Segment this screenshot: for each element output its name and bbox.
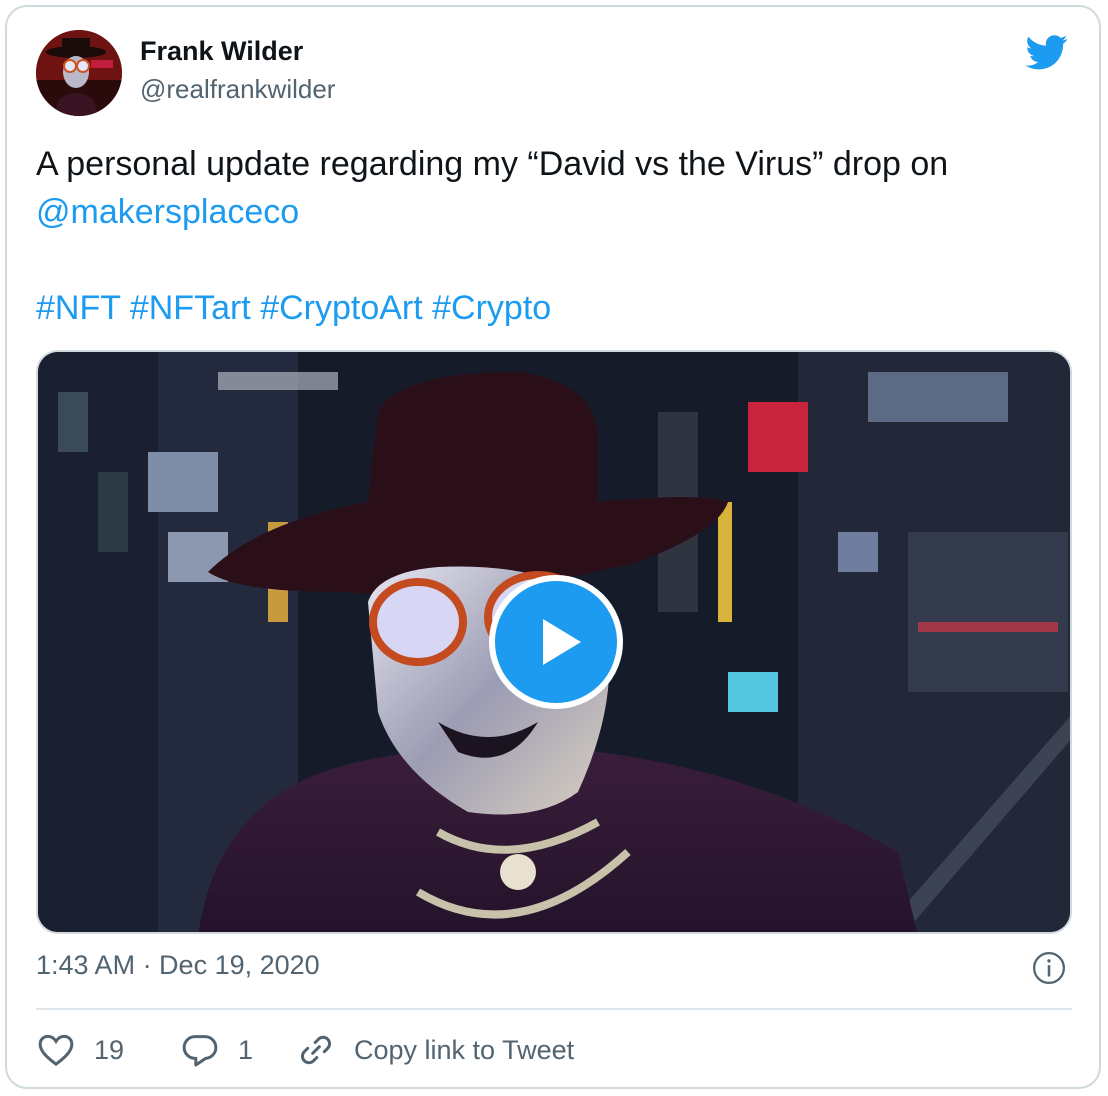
- play-button[interactable]: [489, 575, 623, 709]
- reply-icon: [182, 1035, 218, 1067]
- reply-button[interactable]: 1: [180, 1030, 253, 1070]
- tweet-timestamp[interactable]: 1:43 AM · Dec 19, 2020: [36, 950, 320, 981]
- twitter-bird-icon[interactable]: [1022, 31, 1072, 73]
- author-handle[interactable]: @realfrankwilder: [140, 74, 335, 105]
- tweet-text: A personal update regarding my “David vs…: [36, 140, 1066, 332]
- divider: [36, 1008, 1072, 1010]
- hashtags-link[interactable]: #NFT #NFTart #CryptoArt #Crypto: [36, 284, 1066, 332]
- heart-icon: [38, 1034, 74, 1067]
- avatar[interactable]: [36, 30, 122, 116]
- link-icon: [300, 1035, 332, 1065]
- author-name[interactable]: Frank Wilder: [140, 36, 303, 67]
- play-icon: [543, 619, 581, 665]
- like-count: 19: [94, 1034, 125, 1065]
- like-button[interactable]: 19: [36, 1030, 124, 1070]
- info-icon[interactable]: [1032, 951, 1066, 985]
- copy-link-label: Copy link to Tweet: [354, 1034, 575, 1065]
- reply-count: 1: [238, 1034, 254, 1065]
- tweet-text-line: A personal update regarding my “David vs…: [36, 145, 949, 183]
- mention-link[interactable]: @makersplaceco: [36, 188, 1066, 236]
- copy-link-button[interactable]: Copy link to Tweet: [296, 1030, 574, 1070]
